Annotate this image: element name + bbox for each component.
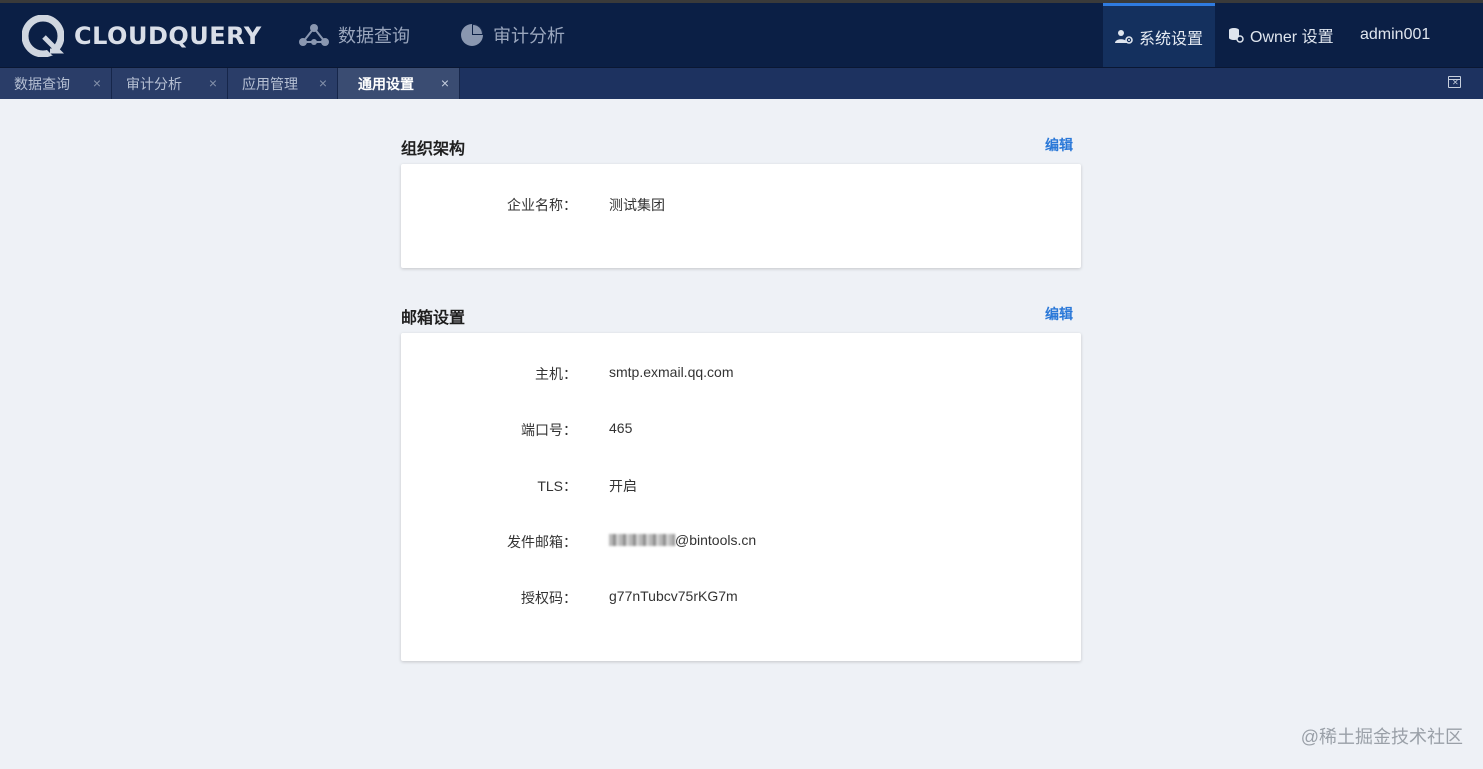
field-row: 端口号： 465 (401, 420, 1081, 440)
tab-label: 应用管理 (242, 75, 298, 92)
fullscreen-icon[interactable]: ✕ (1448, 76, 1461, 88)
tab-general-settings[interactable]: 通用设置 × (338, 68, 460, 99)
field-value: 465 (609, 420, 633, 436)
org-section-title: 组织架构 (401, 141, 466, 158)
org-card: 企业名称： 测试集团 (401, 164, 1081, 268)
close-icon[interactable]: × (441, 75, 449, 91)
nav-owner-settings[interactable]: Owner 设置 (1228, 3, 1334, 67)
field-label: 授权码： (521, 590, 577, 606)
field-label: 端口号： (521, 422, 577, 438)
tab-audit-analysis[interactable]: 审计分析 × (112, 68, 228, 99)
field-label: 主机： (535, 366, 577, 382)
close-icon[interactable]: × (93, 75, 101, 91)
tab-app-management[interactable]: 应用管理 × (228, 68, 338, 99)
org-edit-button[interactable]: 编辑 (1045, 135, 1073, 155)
tab-label: 通用设置 (358, 75, 414, 92)
nav-audit-analysis[interactable]: 审计分析 (459, 17, 565, 53)
database-gear-icon (1229, 28, 1244, 43)
field-value-email: @bintools.cn (609, 532, 756, 548)
user-menu[interactable]: admin001 (1360, 3, 1430, 67)
nav-data-query-label: 数据查询 (338, 26, 410, 46)
logo-text: CLOUDQUERY (74, 22, 262, 50)
field-value: 开启 (609, 478, 637, 494)
field-row: TLS： 开启 (401, 476, 1081, 496)
mail-card: 主机： smtp.exmail.qq.com 端口号： 465 TLS： 开启 … (401, 333, 1081, 661)
email-domain: @bintools.cn (675, 532, 757, 548)
field-value: smtp.exmail.qq.com (609, 364, 734, 380)
username: admin001 (1360, 26, 1431, 43)
field-row: 发件邮箱： @bintools.cn (401, 532, 1081, 552)
close-icon[interactable]: × (319, 75, 327, 91)
top-navigation-bar: CLOUDQUERY 数据查询 审计分析 系统设置 Owner 设置 admin… (0, 0, 1483, 67)
field-row: 授权码： g77nTubcv75rKG7m (401, 588, 1081, 608)
field-label: TLS： (537, 478, 577, 494)
pie-chart-icon (461, 24, 483, 46)
tab-bar: 数据查询 × 审计分析 × 应用管理 × 通用设置 × ✕ (0, 67, 1483, 99)
nav-data-query[interactable]: 数据查询 (298, 17, 410, 53)
field-label: 发件邮箱： (507, 534, 577, 550)
nav-owner-settings-label: Owner 设置 (1250, 29, 1334, 46)
cloudquery-logo-icon (21, 14, 65, 58)
mail-edit-button[interactable]: 编辑 (1045, 304, 1073, 324)
field-value: 测试集团 (609, 197, 665, 213)
field-value: g77nTubcv75rKG7m (609, 588, 738, 604)
logo[interactable]: CLOUDQUERY (21, 14, 262, 58)
tab-label: 审计分析 (126, 75, 182, 92)
field-row: 主机： smtp.exmail.qq.com (401, 364, 1081, 384)
tab-data-query[interactable]: 数据查询 × (0, 68, 112, 99)
redacted-blur (609, 534, 675, 546)
field-row: 企业名称： 测试集团 (401, 195, 1081, 215)
nav-system-settings[interactable]: 系统设置 (1103, 3, 1215, 67)
mail-section-title: 邮箱设置 (401, 310, 466, 327)
field-label: 企业名称： (507, 197, 577, 213)
tab-label: 数据查询 (14, 75, 70, 92)
nav-system-settings-label: 系统设置 (1138, 30, 1203, 48)
network-icon (299, 24, 329, 46)
close-icon[interactable]: × (209, 75, 217, 91)
watermark: @稀土掘金技术社区 (1300, 727, 1463, 747)
nav-audit-analysis-label: 审计分析 (493, 26, 565, 46)
user-gear-icon (1114, 29, 1133, 44)
